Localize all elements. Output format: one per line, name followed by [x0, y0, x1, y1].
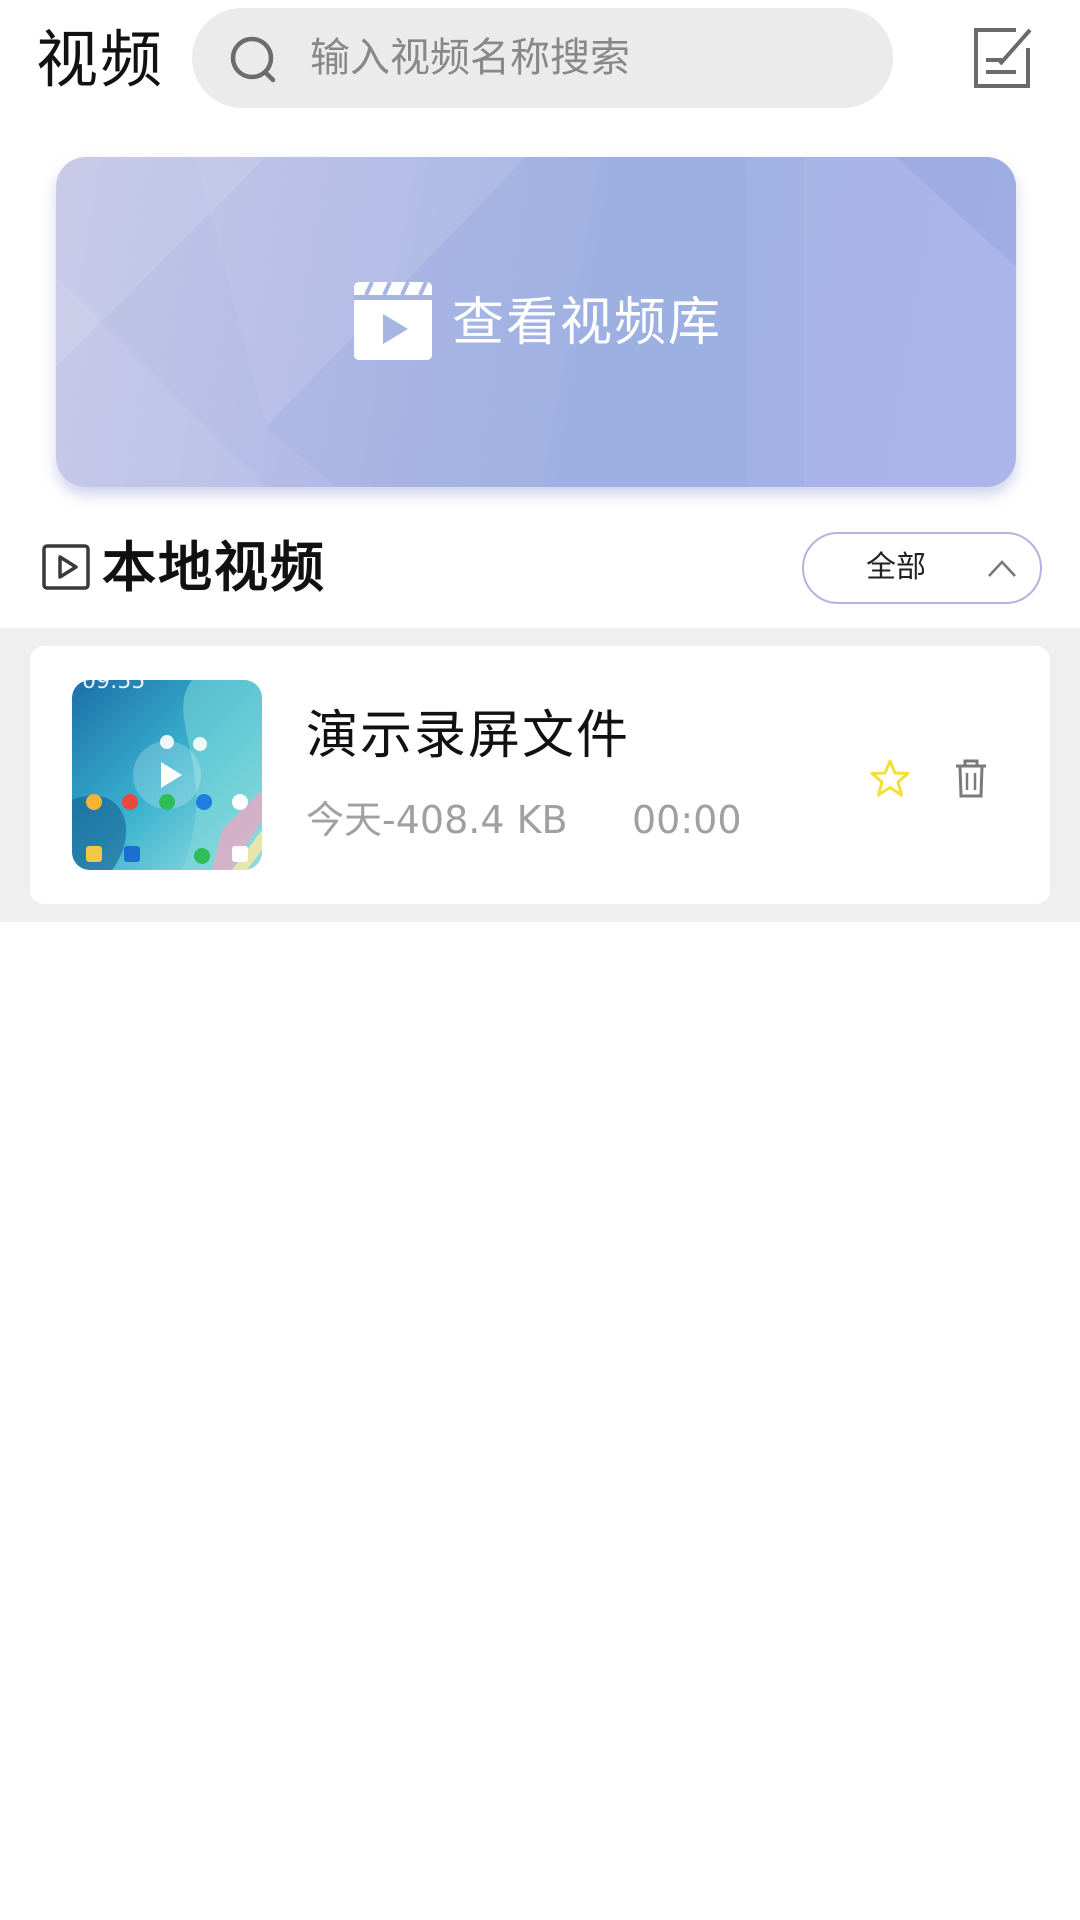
chevron-up-icon	[988, 560, 1016, 577]
star-icon[interactable]	[870, 758, 910, 798]
section-title: 本地视频	[102, 536, 326, 599]
video-title: 演示录屏文件	[306, 706, 631, 766]
search-input[interactable]	[310, 8, 870, 108]
video-list: 09:55 演示录屏文件 今天-408.4 KB 00:00	[0, 628, 1080, 922]
video-library-banner[interactable]: 查看视频库	[56, 157, 1016, 487]
video-thumbnail[interactable]: 09:55	[72, 680, 262, 870]
thumbnail-image: 09:55	[72, 680, 262, 870]
trash-icon[interactable]	[954, 758, 988, 798]
filter-selected-label: 全部	[866, 550, 926, 585]
thumbnail-time: 09:55	[82, 680, 145, 694]
play-square-icon	[42, 544, 90, 590]
list-item[interactable]: 09:55 演示录屏文件 今天-408.4 KB 00:00	[30, 646, 1050, 904]
search-bar[interactable]	[192, 8, 893, 108]
top-bar: 视频	[0, 0, 1080, 120]
video-meta: 今天-408.4 KB	[306, 798, 568, 842]
local-videos-header: 本地视频 全部	[0, 520, 1080, 620]
page-title: 视频	[36, 23, 165, 96]
video-library-label: 查看视频库	[452, 293, 723, 353]
video-library-clapper-icon	[354, 282, 432, 360]
filter-dropdown[interactable]: 全部	[802, 532, 1042, 604]
video-duration: 00:00	[632, 798, 742, 842]
search-icon	[230, 36, 276, 83]
video-app-screen: 视频 输入视频名称搜索 查看视频库 本地视频 全部 09:55 演示录屏文件 今…	[0, 0, 1080, 1920]
edit-note-icon[interactable]	[972, 24, 1036, 90]
